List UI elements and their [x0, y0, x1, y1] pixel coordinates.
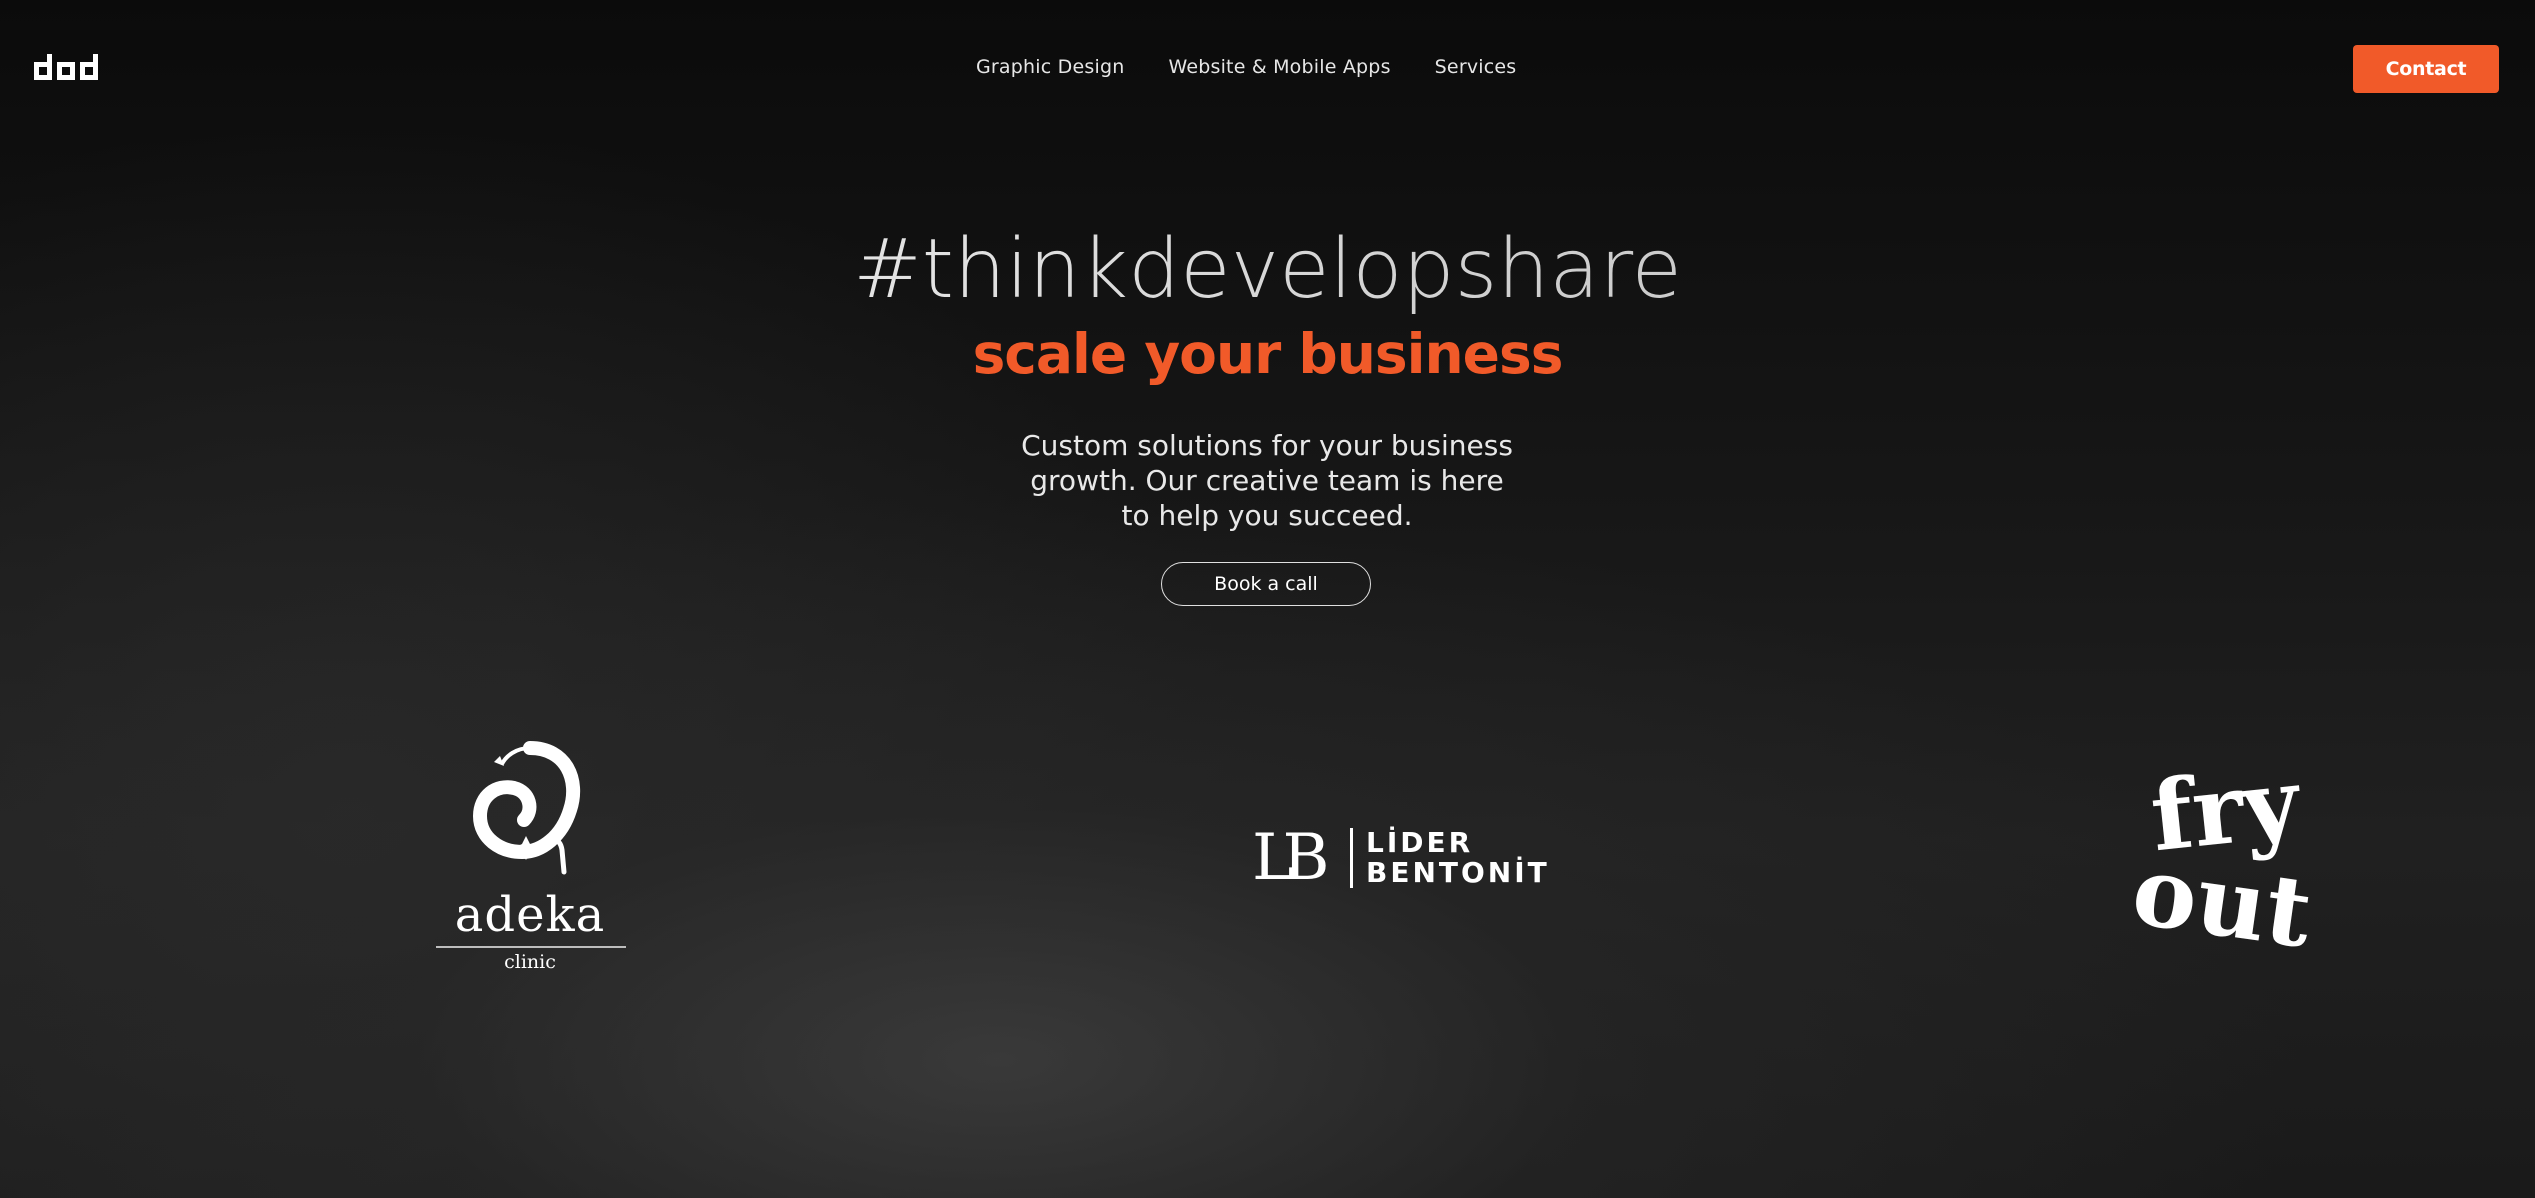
fryout-word-out: out	[2125, 833, 2319, 970]
nav-services[interactable]: Services	[1435, 56, 1517, 78]
hero-description: Custom solutions for your business growt…	[1021, 429, 1513, 532]
hero-subtitle: scale your business	[972, 322, 1564, 386]
nav-website-mobile-apps[interactable]: Website & Mobile Apps	[1168, 56, 1390, 78]
dod-logo-icon[interactable]	[34, 54, 98, 80]
adeka-tagline: clinic	[504, 951, 556, 973]
adeka-divider	[436, 946, 626, 948]
hero-title: #thinkdevelopshare	[0, 222, 2535, 318]
adeka-emblem-icon	[472, 741, 581, 875]
lider-wordmark: LİDER BENTONİT	[1366, 828, 1550, 888]
book-a-call-button[interactable]: Book a call	[1161, 562, 1371, 606]
lider-line2: BENTONİT	[1366, 856, 1550, 889]
contact-button[interactable]: Contact	[2353, 45, 2499, 93]
client-logo-fryout: fry out	[2126, 746, 2318, 970]
lider-line1: LİDER	[1366, 826, 1474, 859]
lider-mark: LB	[1252, 821, 1329, 895]
landing-page: Graphic Design Website & Mobile Apps Ser…	[0, 0, 2535, 1198]
client-logo-lider-bentonit: LB LİDER BENTONİT	[1252, 821, 1547, 895]
client-logo-adeka: adeka clinic	[430, 740, 630, 980]
main-nav: Graphic Design Website & Mobile Apps Ser…	[976, 56, 1516, 78]
adeka-name: adeka	[454, 887, 606, 943]
lider-divider	[1350, 828, 1353, 888]
nav-graphic-design[interactable]: Graphic Design	[976, 56, 1124, 78]
